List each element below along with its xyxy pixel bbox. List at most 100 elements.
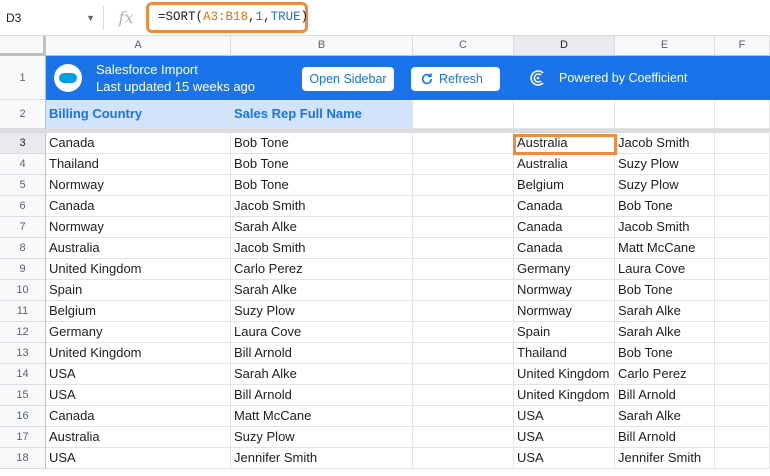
row-header[interactable]: 5 bbox=[0, 175, 46, 196]
cell-c-row-8[interactable] bbox=[413, 238, 514, 259]
cell-a-row-17[interactable]: Australia bbox=[46, 427, 231, 448]
cell[interactable] bbox=[413, 100, 514, 129]
row-header[interactable]: 11 bbox=[0, 301, 46, 322]
row-header[interactable]: 14 bbox=[0, 364, 46, 385]
cell-b-row-14[interactable]: Sarah Alke bbox=[231, 364, 413, 385]
cell-f-row-8[interactable] bbox=[715, 238, 770, 259]
cell-d-row-7[interactable]: Canada bbox=[514, 217, 615, 238]
cell-d-row-17[interactable]: USA bbox=[514, 427, 615, 448]
cell-e-row-4[interactable]: Suzy Plow bbox=[615, 154, 715, 175]
cell-d-row-5[interactable]: Belgium bbox=[514, 175, 615, 196]
cell-a-row-3[interactable]: Canada bbox=[46, 133, 231, 154]
cell-c-row-7[interactable] bbox=[413, 217, 514, 238]
cell-b-row-7[interactable]: Sarah Alke bbox=[231, 217, 413, 238]
cell-f-row-5[interactable] bbox=[715, 175, 770, 196]
cell-f-row-18[interactable] bbox=[715, 448, 770, 469]
cell-d-row-4[interactable]: Australia bbox=[514, 154, 615, 175]
cell-e-row-9[interactable]: Laura Cove bbox=[615, 259, 715, 280]
cell-d-row-16[interactable]: USA bbox=[514, 406, 615, 427]
cell-a-row-9[interactable]: United Kingdom bbox=[46, 259, 231, 280]
open-sidebar-button[interactable]: Open Sidebar bbox=[302, 67, 394, 91]
cell-d-row-18[interactable]: USA bbox=[514, 448, 615, 469]
row-header[interactable]: 15 bbox=[0, 385, 46, 406]
cell-f-row-11[interactable] bbox=[715, 301, 770, 322]
cell-b-row-17[interactable]: Suzy Plow bbox=[231, 427, 413, 448]
cell-f-row-16[interactable] bbox=[715, 406, 770, 427]
cell-c-row-16[interactable] bbox=[413, 406, 514, 427]
cell-b-row-9[interactable]: Carlo Perez bbox=[231, 259, 413, 280]
cell-e-row-13[interactable]: Bob Tone bbox=[615, 343, 715, 364]
cell-a-row-16[interactable]: Canada bbox=[46, 406, 231, 427]
cell-c-row-5[interactable] bbox=[413, 175, 514, 196]
cell-c-row-4[interactable] bbox=[413, 154, 514, 175]
cell-f-row-10[interactable] bbox=[715, 280, 770, 301]
cell-b-row-18[interactable]: Jennifer Smith bbox=[231, 448, 413, 469]
cell-e-row-3[interactable]: Jacob Smith bbox=[615, 133, 715, 154]
row-header[interactable]: 18 bbox=[0, 448, 46, 469]
cell-b-row-16[interactable]: Matt McCane bbox=[231, 406, 413, 427]
cell-c-row-10[interactable] bbox=[413, 280, 514, 301]
cell-c-row-6[interactable] bbox=[413, 196, 514, 217]
column-header-f[interactable]: F bbox=[715, 36, 770, 56]
cell-a-row-8[interactable]: Australia bbox=[46, 238, 231, 259]
cell-e-row-18[interactable]: Jennifer Smith bbox=[615, 448, 715, 469]
cell-e-row-5[interactable]: Suzy Plow bbox=[615, 175, 715, 196]
cell-b-row-11[interactable]: Suzy Plow bbox=[231, 301, 413, 322]
cell-a-row-15[interactable]: USA bbox=[46, 385, 231, 406]
header-billing-country[interactable]: Billing Country bbox=[46, 100, 231, 129]
cell-c-row-15[interactable] bbox=[413, 385, 514, 406]
cell-b-row-12[interactable]: Laura Cove bbox=[231, 322, 413, 343]
header-sales-rep[interactable]: Sales Rep Full Name bbox=[231, 100, 413, 129]
cell-a-row-10[interactable]: Spain bbox=[46, 280, 231, 301]
row-header[interactable]: 8 bbox=[0, 238, 46, 259]
cell-e-row-8[interactable]: Matt McCane bbox=[615, 238, 715, 259]
cell-f-row-4[interactable] bbox=[715, 154, 770, 175]
cell-d-row-15[interactable]: United Kingdom bbox=[514, 385, 615, 406]
cell-e-row-14[interactable]: Carlo Perez bbox=[615, 364, 715, 385]
cell-a-row-7[interactable]: Normway bbox=[46, 217, 231, 238]
row-header[interactable]: 17 bbox=[0, 427, 46, 448]
name-box[interactable]: D3 ▼ bbox=[0, 6, 104, 30]
row-header[interactable]: 7 bbox=[0, 217, 46, 238]
row-header[interactable]: 9 bbox=[0, 259, 46, 280]
cell[interactable] bbox=[715, 100, 770, 129]
select-all-corner[interactable] bbox=[0, 36, 46, 56]
cell-a-row-5[interactable]: Normway bbox=[46, 175, 231, 196]
cell-c-row-3[interactable] bbox=[413, 133, 514, 154]
cell-e-row-16[interactable]: Sarah Alke bbox=[615, 406, 715, 427]
cell-e-row-11[interactable]: Sarah Alke bbox=[615, 301, 715, 322]
cell-d-row-14[interactable]: United Kingdom bbox=[514, 364, 615, 385]
cell-e-row-17[interactable]: Bill Arnold bbox=[615, 427, 715, 448]
cell-c-row-12[interactable] bbox=[413, 322, 514, 343]
cell-e-row-7[interactable]: Jacob Smith bbox=[615, 217, 715, 238]
column-header-b[interactable]: B bbox=[231, 36, 413, 56]
cell-d-row-12[interactable]: Spain bbox=[514, 322, 615, 343]
cell-e-row-15[interactable]: Bill Arnold bbox=[615, 385, 715, 406]
cell-d-row-9[interactable]: Germany bbox=[514, 259, 615, 280]
cell-b-row-6[interactable]: Jacob Smith bbox=[231, 196, 413, 217]
cell-a-row-13[interactable]: United Kingdom bbox=[46, 343, 231, 364]
cell-f-row-3[interactable] bbox=[715, 133, 770, 154]
selected-cell-d3[interactable] bbox=[513, 134, 617, 155]
column-header-e[interactable]: E bbox=[615, 36, 715, 56]
row-header[interactable]: 2 bbox=[0, 100, 46, 129]
cell-d-row-6[interactable]: Canada bbox=[514, 196, 615, 217]
column-header-c[interactable]: C bbox=[413, 36, 514, 56]
chevron-down-icon[interactable]: ▼ bbox=[86, 6, 95, 30]
cell-f-row-15[interactable] bbox=[715, 385, 770, 406]
cell-f-row-13[interactable] bbox=[715, 343, 770, 364]
cell-d-row-13[interactable]: Thailand bbox=[514, 343, 615, 364]
column-header-d[interactable]: D bbox=[514, 36, 615, 56]
cell-e-row-6[interactable]: Bob Tone bbox=[615, 196, 715, 217]
cell-e-row-10[interactable]: Bob Tone bbox=[615, 280, 715, 301]
refresh-button[interactable]: Refresh bbox=[411, 67, 500, 91]
cell-b-row-15[interactable]: Bill Arnold bbox=[231, 385, 413, 406]
cell-c-row-17[interactable] bbox=[413, 427, 514, 448]
cell-f-row-17[interactable] bbox=[715, 427, 770, 448]
row-header[interactable]: 1 bbox=[0, 56, 46, 100]
cell-b-row-4[interactable]: Bob Tone bbox=[231, 154, 413, 175]
cell-d-row-10[interactable]: Normway bbox=[514, 280, 615, 301]
cell[interactable] bbox=[615, 100, 715, 129]
cell-f-row-7[interactable] bbox=[715, 217, 770, 238]
row-header[interactable]: 4 bbox=[0, 154, 46, 175]
